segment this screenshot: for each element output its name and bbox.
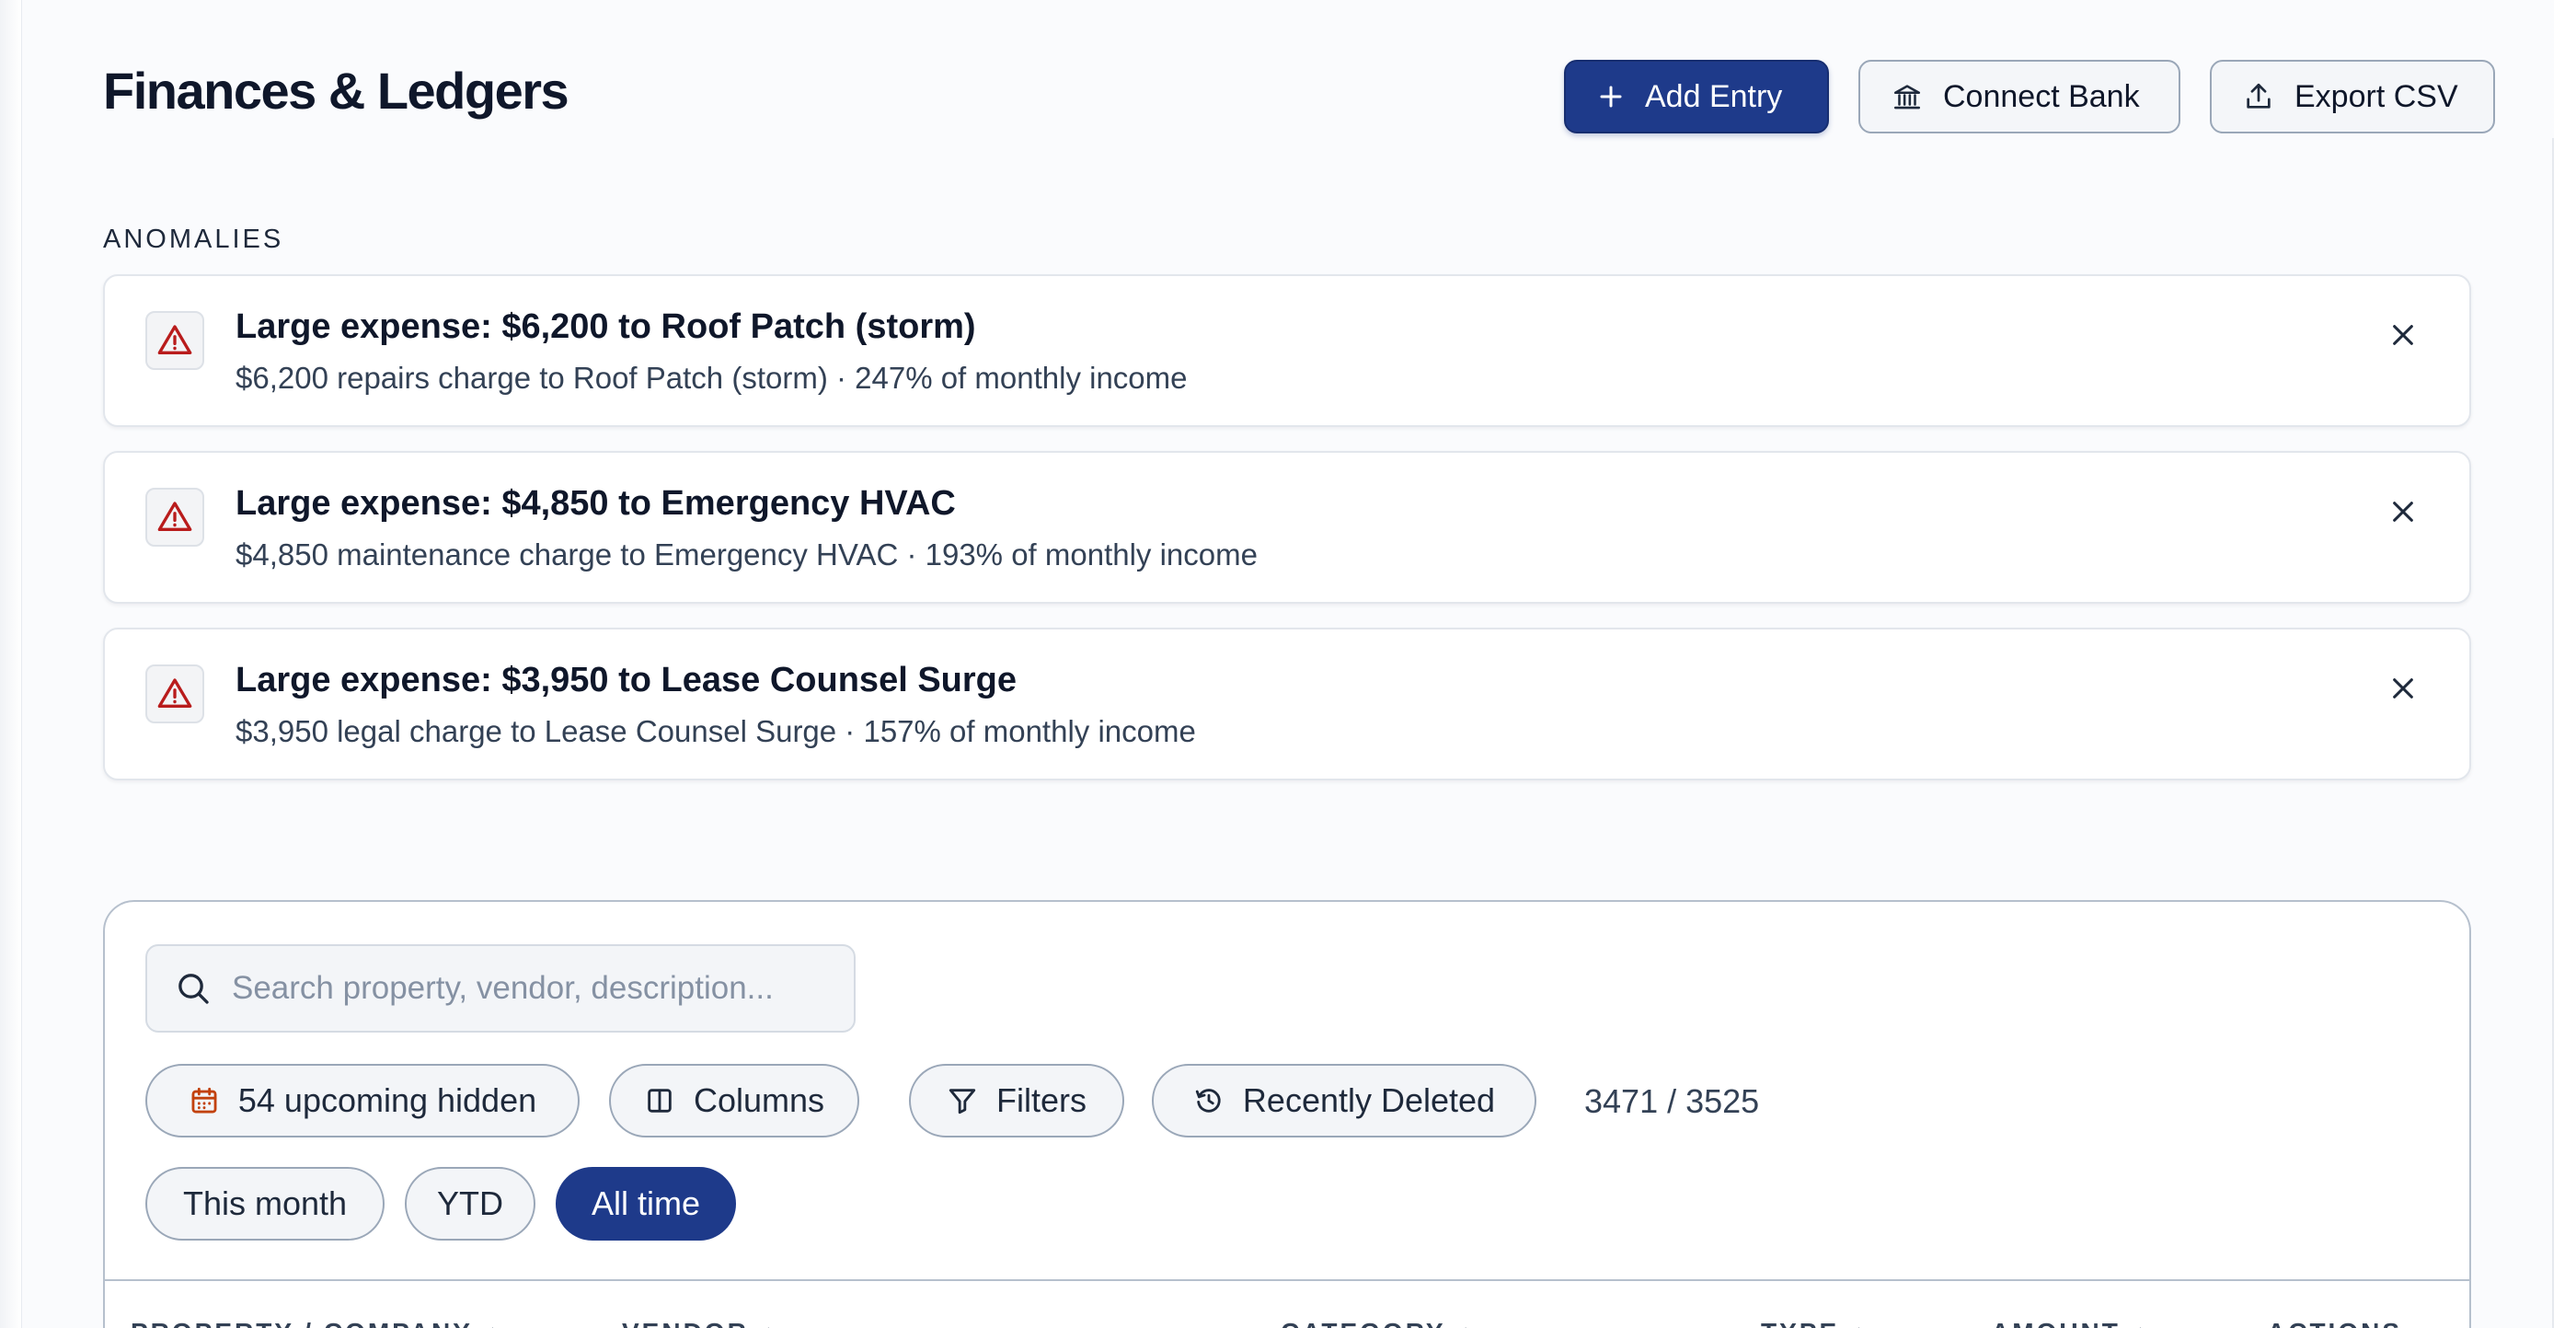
sort-icon: ↕ bbox=[1854, 1321, 1864, 1328]
filters-label: Filters bbox=[996, 1081, 1087, 1119]
anomaly-card: Large expense: $3,950 to Lease Counsel S… bbox=[103, 628, 2471, 780]
export-csv-button[interactable]: Export CSV bbox=[2210, 60, 2495, 133]
entry-count: 3471 / 3525 bbox=[1584, 1082, 1760, 1120]
plus-icon bbox=[1600, 86, 1622, 108]
connect-bank-button[interactable]: Connect Bank bbox=[1858, 60, 2180, 133]
upcoming-hidden-label: 54 upcoming hidden bbox=[237, 1081, 537, 1119]
upcoming-hidden-toggle[interactable]: 54 upcoming hidden bbox=[145, 1064, 580, 1137]
connect-bank-label: Connect Bank bbox=[1943, 78, 2140, 114]
scroll-divider bbox=[2552, 138, 2554, 1328]
columns-button[interactable]: Columns bbox=[609, 1064, 859, 1137]
upload-icon bbox=[2247, 83, 2271, 109]
warning-badge bbox=[145, 664, 204, 723]
anomaly-card: Large expense: $4,850 to Emergency HVAC … bbox=[103, 451, 2471, 604]
columns-icon bbox=[648, 1089, 672, 1113]
anomaly-description: $4,850 maintenance charge to Emergency H… bbox=[236, 537, 1258, 572]
sidebar-edge bbox=[0, 0, 22, 1328]
dismiss-anomaly-button[interactable] bbox=[2385, 317, 2421, 353]
column-header-property[interactable]: PROPERTY / COMPANY ↕ bbox=[131, 1318, 498, 1328]
range-all-time[interactable]: All time bbox=[556, 1167, 736, 1241]
finances-page: Finances & Ledgers Add Entry Connect Ban… bbox=[22, 0, 2554, 1328]
recently-deleted-label: Recently Deleted bbox=[1242, 1081, 1496, 1119]
anomalies-heading: ANOMALIES bbox=[103, 225, 284, 254]
export-csv-label: Export CSV bbox=[2294, 78, 2458, 114]
warning-badge bbox=[145, 311, 204, 370]
bank-icon bbox=[1893, 85, 1921, 110]
columns-label: Columns bbox=[693, 1081, 825, 1119]
warning-triangle-icon bbox=[157, 502, 192, 531]
calendar-icon bbox=[191, 1087, 217, 1114]
column-header-actions: ACTIONS bbox=[2267, 1318, 2402, 1328]
recently-deleted-button[interactable]: Recently Deleted bbox=[1152, 1064, 1536, 1137]
ledger-table-card: 54 upcoming hidden Columns Filters Recen… bbox=[103, 900, 2471, 1328]
close-icon bbox=[2393, 678, 2413, 699]
sort-icon: ↕ bbox=[1461, 1321, 1471, 1328]
warning-triangle-icon bbox=[157, 678, 192, 708]
column-header-amount[interactable]: AMOUNT ↕ bbox=[1991, 1318, 2145, 1328]
anomaly-title: Large expense: $4,850 to Emergency HVAC bbox=[236, 484, 956, 523]
anomaly-description: $3,950 legal charge to Lease Counsel Sur… bbox=[236, 714, 1196, 748]
search-box bbox=[145, 944, 856, 1033]
anomaly-title: Large expense: $6,200 to Roof Patch (sto… bbox=[236, 307, 976, 346]
sort-icon: ↕ bbox=[488, 1321, 498, 1328]
anomaly-card: Large expense: $6,200 to Roof Patch (sto… bbox=[103, 274, 2471, 427]
table-divider bbox=[105, 1279, 2469, 1281]
page-title: Finances & Ledgers bbox=[103, 62, 569, 120]
dismiss-anomaly-button[interactable] bbox=[2385, 493, 2421, 530]
anomaly-title: Large expense: $3,950 to Lease Counsel S… bbox=[236, 661, 1018, 699]
close-icon bbox=[2393, 502, 2413, 522]
column-header-type[interactable]: TYPE ↕ bbox=[1761, 1318, 1864, 1328]
column-header-vendor[interactable]: VENDOR ↕ bbox=[622, 1318, 774, 1328]
search-icon bbox=[178, 974, 209, 1004]
close-icon bbox=[2393, 325, 2413, 345]
filter-icon bbox=[949, 1089, 976, 1114]
range-this-month[interactable]: This month bbox=[145, 1167, 385, 1241]
search-input[interactable] bbox=[232, 970, 821, 1007]
filters-button[interactable]: Filters bbox=[909, 1064, 1124, 1137]
page-header: Finances & Ledgers Add Entry Connect Ban… bbox=[103, 55, 2495, 138]
anomaly-description: $6,200 repairs charge to Roof Patch (sto… bbox=[236, 361, 1188, 395]
warning-badge bbox=[145, 488, 204, 547]
add-entry-button[interactable]: Add Entry bbox=[1564, 60, 1829, 133]
range-ytd[interactable]: YTD bbox=[405, 1167, 535, 1241]
sort-icon: ↕ bbox=[764, 1321, 774, 1328]
dismiss-anomaly-button[interactable] bbox=[2385, 670, 2421, 707]
add-entry-label: Add Entry bbox=[1645, 78, 1783, 114]
column-header-category[interactable]: CATEGORY ↕ bbox=[1281, 1318, 1471, 1328]
sort-icon: ↕ bbox=[2135, 1321, 2145, 1328]
history-icon bbox=[1195, 1089, 1221, 1113]
warning-triangle-icon bbox=[157, 325, 192, 354]
